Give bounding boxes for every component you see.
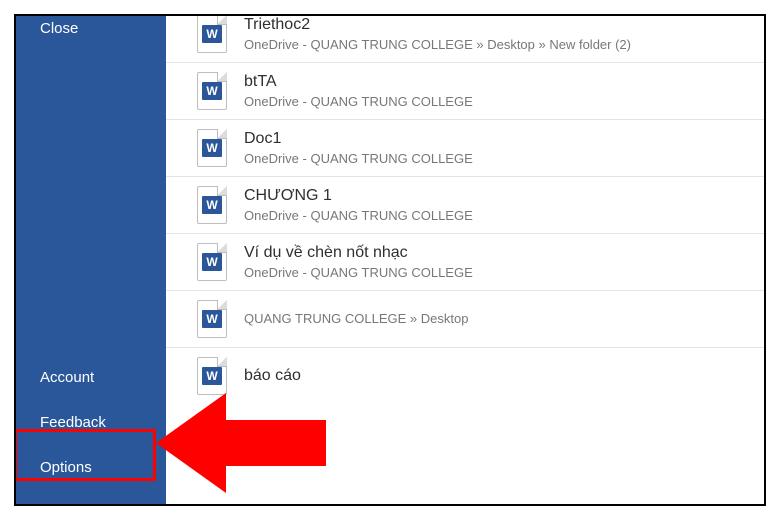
file-name: Doc1 <box>244 128 473 150</box>
file-path: OneDrive - QUANG TRUNG COLLEGE <box>244 264 473 282</box>
word-document-icon: W <box>194 356 230 396</box>
word-document-icon: W <box>194 185 230 225</box>
sidebar-item-label: Close <box>40 20 78 37</box>
file-text: báo cáo <box>244 365 301 387</box>
sidebar-item-label: Account <box>40 369 94 386</box>
recent-document-row[interactable]: W báo cáo <box>166 348 764 404</box>
sidebar-item-label: Options <box>40 459 92 476</box>
sidebar-item-feedback[interactable]: Feedback <box>16 400 166 445</box>
file-text: QUANG TRUNG COLLEGE » Desktop <box>244 310 468 328</box>
word-document-icon: W <box>194 242 230 282</box>
file-name: Ví dụ về chèn nốt nhạc <box>244 242 473 264</box>
sidebar-item-label: Feedback <box>40 414 106 431</box>
file-text: Triethoc2 OneDrive - QUANG TRUNG COLLEGE… <box>244 14 631 53</box>
file-text: Doc1 OneDrive - QUANG TRUNG COLLEGE <box>244 128 473 167</box>
word-document-icon: W <box>194 14 230 54</box>
screenshot-frame: Close Account Feedback Options W <box>14 14 766 506</box>
word-backstage-view: Close Account Feedback Options W <box>16 14 764 506</box>
sidebar-item-account[interactable]: Account <box>16 355 166 400</box>
file-path: OneDrive - QUANG TRUNG COLLEGE <box>244 207 473 225</box>
backstage-sidebar: Close Account Feedback Options <box>16 14 166 506</box>
sidebar-item-options[interactable]: Options <box>16 445 166 490</box>
file-text: Ví dụ về chèn nốt nhạc OneDrive - QUANG … <box>244 242 473 281</box>
file-text: btTA OneDrive - QUANG TRUNG COLLEGE <box>244 71 473 110</box>
file-text: CHƯƠNG 1 OneDrive - QUANG TRUNG COLLEGE <box>244 185 473 224</box>
file-path: OneDrive - QUANG TRUNG COLLEGE <box>244 93 473 111</box>
sidebar-top-group: Close <box>16 14 166 51</box>
recent-document-row[interactable]: W CHƯƠNG 1 OneDrive - QUANG TRUNG COLLEG… <box>166 177 764 234</box>
recent-document-row[interactable]: W Doc1 OneDrive - QUANG TRUNG COLLEGE <box>166 120 764 177</box>
file-name: CHƯƠNG 1 <box>244 185 473 207</box>
file-path: OneDrive - QUANG TRUNG COLLEGE <box>244 150 473 168</box>
file-path: QUANG TRUNG COLLEGE » Desktop <box>244 310 468 328</box>
sidebar-bottom-group: Account Feedback Options <box>16 355 166 490</box>
recent-document-row[interactable]: W Ví dụ về chèn nốt nhạc OneDrive - QUAN… <box>166 234 764 291</box>
sidebar-item-close[interactable]: Close <box>16 14 166 51</box>
file-name: báo cáo <box>244 365 301 387</box>
file-name: Triethoc2 <box>244 14 631 36</box>
word-document-icon: W <box>194 71 230 111</box>
recent-document-row[interactable]: W QUANG TRUNG COLLEGE » Desktop <box>166 291 764 348</box>
recent-document-row[interactable]: W btTA OneDrive - QUANG TRUNG COLLEGE <box>166 63 764 120</box>
word-document-icon: W <box>194 128 230 168</box>
word-document-icon: W <box>194 299 230 339</box>
file-path: OneDrive - QUANG TRUNG COLLEGE » Desktop… <box>244 36 631 54</box>
recent-documents-panel: W Triethoc2 OneDrive - QUANG TRUNG COLLE… <box>166 14 764 506</box>
recent-document-row[interactable]: W Triethoc2 OneDrive - QUANG TRUNG COLLE… <box>166 14 764 63</box>
file-name: btTA <box>244 71 473 93</box>
